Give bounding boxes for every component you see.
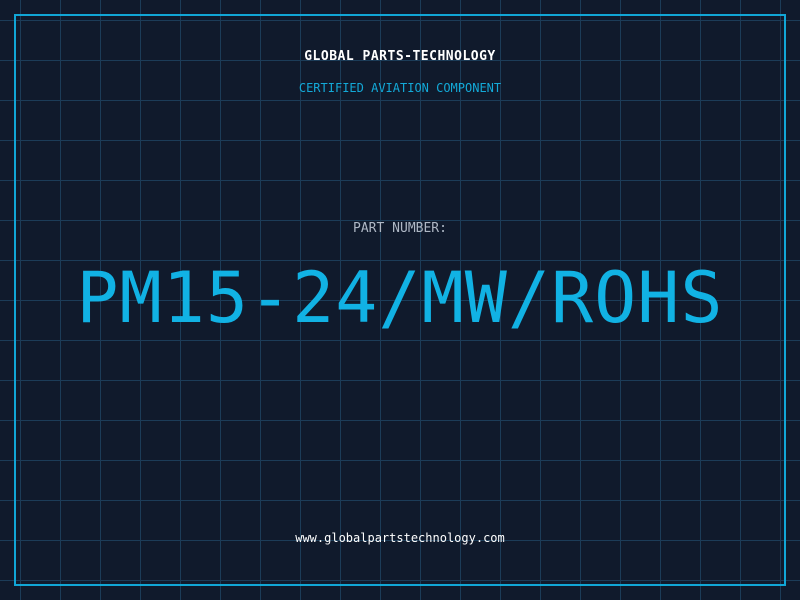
website-url: www.globalpartstechnology.com bbox=[295, 531, 505, 545]
company-name: GLOBAL PARTS-TECHNOLOGY bbox=[304, 49, 496, 64]
certification-tagline: CERTIFIED AVIATION COMPONENT bbox=[298, 81, 502, 95]
part-number-value: PM15-24/MW/ROHS bbox=[76, 257, 724, 339]
part-number-label: PART NUMBER: bbox=[353, 221, 447, 236]
part-card: GLOBAL PARTS-TECHNOLOGY CERTIFIED AVIATI… bbox=[0, 0, 800, 600]
